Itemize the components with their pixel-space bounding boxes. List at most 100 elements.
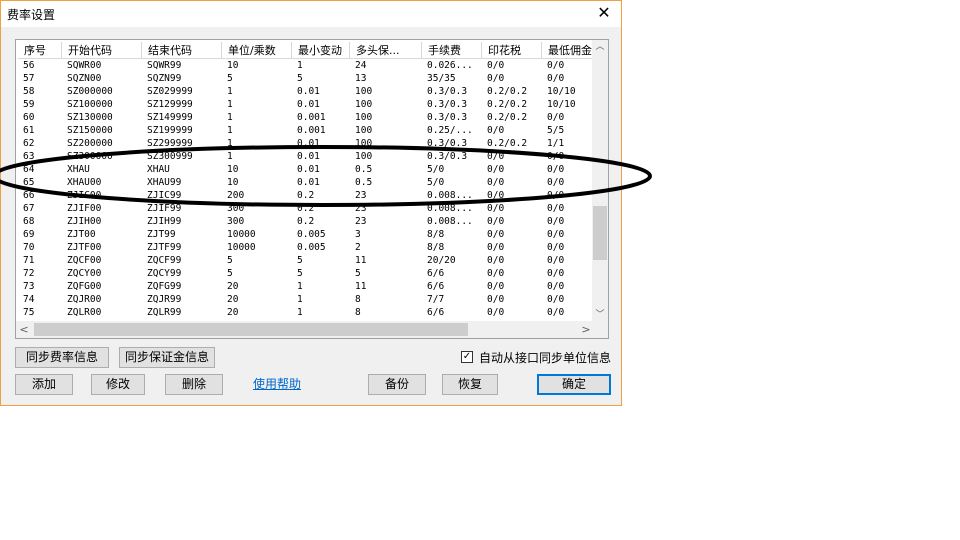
table-cell: 0.008... (427, 203, 473, 214)
table-cell: 0.01 (297, 86, 320, 97)
close-icon[interactable]: ✕ (595, 4, 613, 22)
table-cell: 64 (23, 164, 35, 175)
table-cell: SQZN99 (147, 73, 182, 84)
table-row[interactable]: 74 ZQJR00 ZQJR99 20 1 8 7/7 0/0 0/0 (18, 293, 594, 306)
column-header[interactable]: 结束代码 (142, 42, 222, 59)
table-cell: 1 (297, 294, 303, 305)
table-cell: 1 (227, 112, 233, 123)
table-row[interactable]: 63 SZ300000 SZ300999 1 0.01 100 0.3/0.3 0/0 0/0 (18, 150, 594, 163)
horizontal-scroll-thumb[interactable] (34, 323, 468, 336)
table-cell: 58 (23, 86, 35, 97)
restore-button[interactable]: 恢复 (442, 374, 498, 395)
table-cell: ZJIH00 (67, 216, 102, 227)
table-cell: 10 (227, 60, 239, 71)
column-header[interactable]: 手续费 (422, 42, 482, 59)
table-row[interactable]: 71 ZQCF00 ZQCF99 5 5 11 20/20 0/0 0/0 (18, 254, 594, 267)
table-cell: SZ149999 (147, 112, 193, 123)
column-header[interactable]: 最小变动 (292, 42, 350, 59)
table-cell: 0.008... (427, 216, 473, 227)
table-cell: 67 (23, 203, 35, 214)
vertical-scroll-thumb[interactable] (593, 206, 607, 260)
table-cell: 0/0 (487, 60, 505, 71)
table-cell: 100 (355, 125, 373, 136)
table-cell: 0/0 (487, 164, 505, 175)
table-cell: 0.2/0.2 (487, 138, 528, 149)
table-row[interactable]: 56 SQWR00 SQWR99 10 1 24 0.026... 0/0 0/0 (18, 59, 594, 72)
table-cell: SZ300999 (147, 151, 193, 162)
column-header[interactable]: 多头保... (350, 42, 422, 59)
table-cell: ZQLR00 (67, 307, 102, 318)
table-cell: 1 (227, 138, 233, 149)
table-row[interactable]: 59 SZ100000 SZ129999 1 0.01 100 0.3/0.3 0.2/0.2… (18, 98, 594, 111)
horizontal-scrollbar[interactable]: < > (16, 321, 594, 338)
column-header[interactable]: 印花税 (482, 42, 542, 59)
table-cell: 1 (297, 281, 303, 292)
table-cell: 0/0 (487, 73, 505, 84)
auto-sync-checkbox[interactable]: ✓ (461, 351, 473, 363)
table-cell: SZ299999 (147, 138, 193, 149)
add-button[interactable]: 添加 (15, 374, 73, 395)
table-cell: 5 (297, 268, 303, 279)
table-cell: ZQFG00 (67, 281, 102, 292)
vertical-scrollbar[interactable]: ︿ ﹀ (592, 40, 608, 322)
table-cell: 0/0 (487, 151, 505, 162)
table-row[interactable]: 67 ZJIF00 ZJIF99 300 0.2 23 0.008... 0/0 0/0 (18, 202, 594, 215)
table-cell: 23 (355, 203, 367, 214)
table-cell: SQZN00 (67, 73, 102, 84)
table-cell: 8/8 (427, 242, 445, 253)
table-cell: 6/6 (427, 268, 445, 279)
table-row[interactable]: 68 ZJIH00 ZJIH99 300 0.2 23 0.008... 0/0 0/0 (18, 215, 594, 228)
edit-button[interactable]: 修改 (91, 374, 145, 395)
table-row[interactable]: 66 ZJIC00 ZJIC99 200 0.2 23 0.008... 0/0 0/0 (18, 189, 594, 202)
table-cell: ZQJR99 (147, 294, 182, 305)
table-cell: 23 (355, 216, 367, 227)
table-cell: ZJIC99 (147, 190, 182, 201)
scroll-down-icon[interactable]: ﹀ (592, 308, 608, 322)
table-cell: 75 (23, 307, 35, 318)
rate-table[interactable]: 序号 开始代码 结束代码 单位/乘数 最小变动 多头保... 手续费 印花税 最低佣金 56 SQ… (15, 39, 609, 339)
table-cell: 10000 (227, 229, 256, 240)
table-cell: SZ100000 (67, 99, 113, 110)
help-link[interactable]: 使用帮助 (253, 375, 301, 392)
table-cell: 10 (227, 164, 239, 175)
table-row[interactable]: 64 XHAU XHAU 10 0.01 0.5 5/0 0/0 0/0 (18, 163, 594, 176)
table-cell: XHAU (67, 164, 90, 175)
table-row[interactable]: 62 SZ200000 SZ299999 1 0.01 100 0.3/0.3 0.2/0.2… (18, 137, 594, 150)
table-cell: SZ150000 (67, 125, 113, 136)
table-row[interactable]: 58 SZ000000 SZ029999 1 0.01 100 0.3/0.3 0.2/0.2… (18, 85, 594, 98)
backup-button[interactable]: 备份 (368, 374, 426, 395)
scroll-left-icon[interactable]: < (16, 321, 32, 338)
ok-button[interactable]: 确定 (537, 374, 611, 395)
table-row[interactable]: 75 ZQLR00 ZQLR99 20 1 8 6/6 0/0 0/0 (18, 306, 594, 319)
table-row[interactable]: 73 ZQFG00 ZQFG99 20 1 11 6/6 0/0 0/0 (18, 280, 594, 293)
table-cell: SZ000000 (67, 86, 113, 97)
column-header[interactable]: 开始代码 (62, 42, 142, 59)
column-header[interactable]: 序号 (18, 42, 62, 59)
table-cell: 0.01 (297, 138, 320, 149)
table-row[interactable]: 60 SZ130000 SZ149999 1 0.001 100 0.3/0.3 0.2/0.… (18, 111, 594, 124)
table-cell: 0.005 (297, 242, 326, 253)
table-cell: 57 (23, 73, 35, 84)
delete-button[interactable]: 删除 (165, 374, 223, 395)
table-cell: 0/0 (487, 125, 505, 136)
table-row[interactable]: 57 SQZN00 SQZN99 5 5 13 35/35 0/0 0/0 (18, 72, 594, 85)
sync-margin-button[interactable]: 同步保证金信息 (119, 347, 215, 368)
table-row[interactable]: 61 SZ150000 SZ199999 1 0.001 100 0.25/... 0/0 5/… (18, 124, 594, 137)
table-row[interactable]: 72 ZQCY00 ZQCY99 5 5 5 6/6 0/0 0/0 (18, 267, 594, 280)
table-row[interactable]: 69 ZJT00 ZJT99 10000 0.005 3 8/8 0/0 0/0 (18, 228, 594, 241)
table-cell: 0/0 (487, 177, 505, 188)
table-cell: 0.01 (297, 164, 320, 175)
scroll-up-icon[interactable]: ︿ (592, 40, 608, 54)
table-cell: 68 (23, 216, 35, 227)
table-cell: 0.3/0.3 (427, 151, 468, 162)
table-cell: 0/0 (487, 203, 505, 214)
table-cell: SZ200000 (67, 138, 113, 149)
table-row[interactable]: 65 XHAU00 XHAU99 10 0.01 0.5 5/0 0/0 0/0 (18, 176, 594, 189)
sync-rate-button[interactable]: 同步费率信息 (15, 347, 109, 368)
table-cell: 73 (23, 281, 35, 292)
table-cell: 11 (355, 255, 367, 266)
table-cell: 0/0 (487, 307, 505, 318)
table-row[interactable]: 70 ZJTF00 ZJTF99 10000 0.005 2 8/8 0/0 0/0 (18, 241, 594, 254)
table-cell: 1 (227, 125, 233, 136)
column-header[interactable]: 单位/乘数 (222, 42, 292, 59)
